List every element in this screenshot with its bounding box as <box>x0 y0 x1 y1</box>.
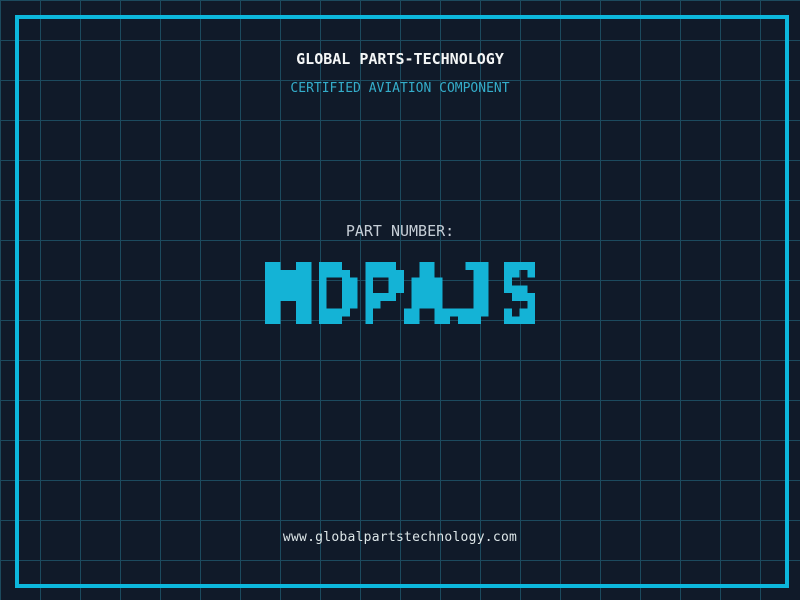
part-number-display <box>265 262 535 324</box>
part-number-label: PART NUMBER: <box>345 222 455 240</box>
company-name: GLOBAL PARTS-TECHNOLOGY <box>296 50 504 68</box>
website-url: www.globalpartstechnology.com <box>282 530 518 545</box>
certificate-screen: GLOBAL PARTS-TECHNOLOGY CERTIFIED AVIATI… <box>0 0 800 600</box>
certification-line: CERTIFIED AVIATION COMPONENT <box>290 81 510 96</box>
